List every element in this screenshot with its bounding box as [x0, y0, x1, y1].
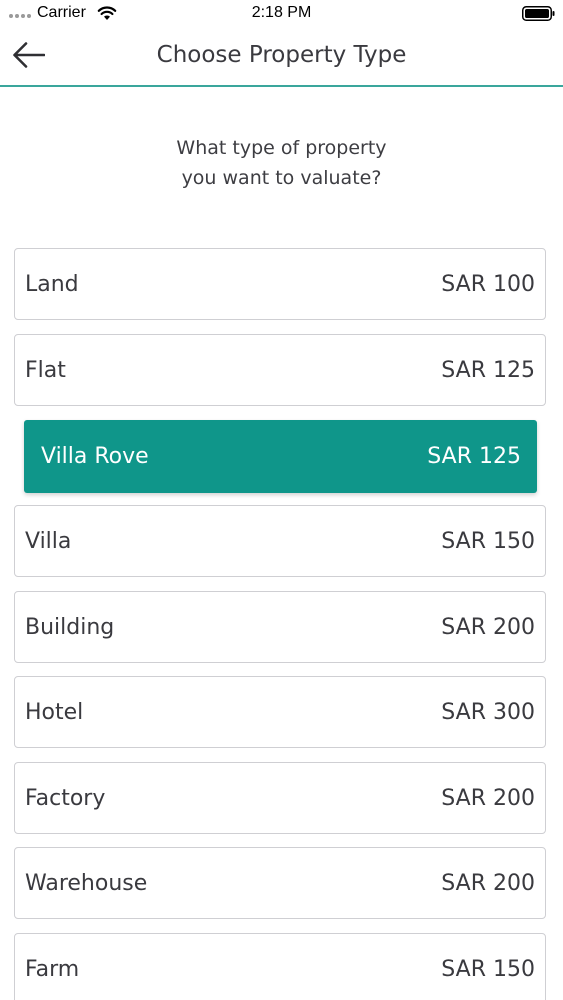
arrow-left-icon	[13, 42, 45, 68]
property-type-option[interactable]: Hotel SAR 300	[14, 676, 546, 748]
property-type-option[interactable]: Factory SAR 200	[14, 762, 546, 834]
property-type-option[interactable]: Flat SAR 125	[14, 334, 546, 406]
property-type-option[interactable]: Warehouse SAR 200	[14, 847, 546, 919]
choose-property-type-screen: Carrier 2:18 PM Choose Property Type Wha…	[0, 0, 563, 1000]
property-type-name: Villa Rove	[41, 444, 149, 469]
question-line-2: you want to valuate?	[181, 167, 382, 189]
property-type-name: Flat	[25, 358, 66, 383]
property-type-price: SAR 200	[441, 871, 535, 896]
property-type-question: What type of property you want to valuat…	[0, 133, 563, 193]
property-type-option-selected[interactable]: Villa Rove SAR 125	[24, 420, 537, 493]
property-type-name: Warehouse	[25, 871, 148, 896]
property-type-price: SAR 200	[441, 786, 535, 811]
property-type-price: SAR 100	[441, 272, 535, 297]
property-type-name: Building	[25, 615, 115, 640]
page-title: Choose Property Type	[156, 42, 407, 68]
property-type-name: Villa	[25, 529, 72, 554]
property-type-name: Farm	[25, 957, 80, 982]
property-type-price: SAR 300	[441, 700, 535, 725]
property-type-name: Hotel	[25, 700, 84, 725]
property-type-option[interactable]: Farm SAR 150	[14, 933, 546, 1000]
property-type-price: SAR 150	[441, 957, 535, 982]
navigation-bar: Choose Property Type	[0, 30, 563, 87]
status-time: 2:18 PM	[251, 4, 312, 21]
property-type-name: Factory	[25, 786, 106, 811]
property-type-option[interactable]: Building SAR 200	[14, 591, 546, 663]
question-line-1: What type of property	[176, 137, 387, 159]
battery-icon	[522, 6, 555, 21]
property-type-price: SAR 200	[441, 615, 535, 640]
back-button[interactable]	[10, 40, 48, 70]
property-type-price: SAR 125	[427, 444, 521, 469]
property-type-option[interactable]: Land SAR 100	[14, 248, 546, 320]
property-type-price: SAR 150	[441, 529, 535, 554]
property-type-price: SAR 125	[441, 358, 535, 383]
property-type-option[interactable]: Villa SAR 150	[14, 505, 546, 577]
property-type-name: Land	[25, 272, 79, 297]
status-bar: Carrier 2:18 PM	[0, 0, 563, 30]
